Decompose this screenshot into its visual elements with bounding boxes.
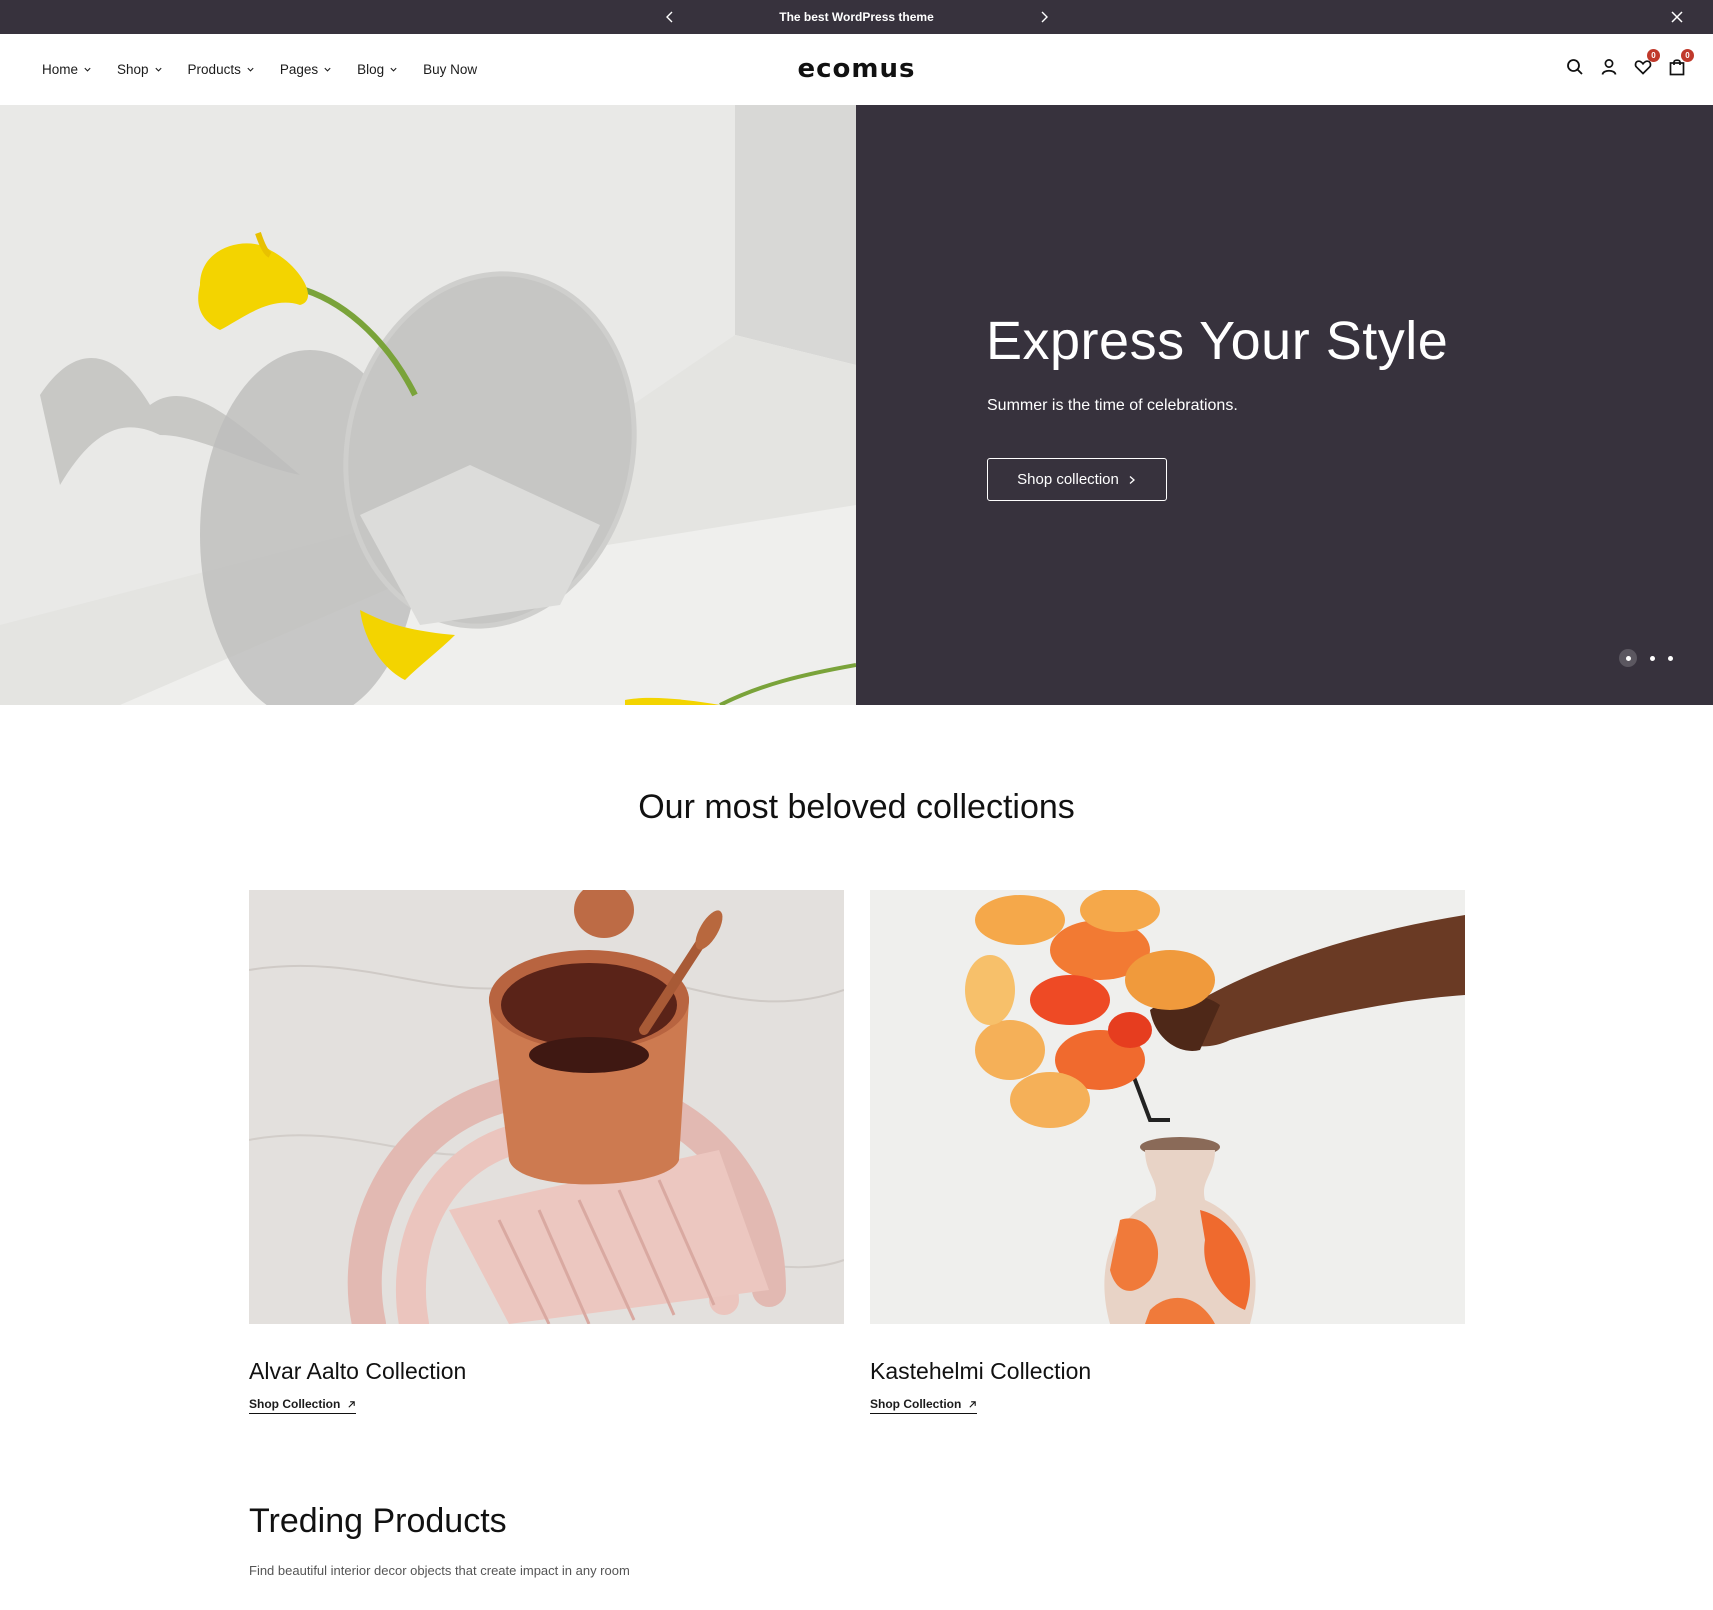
hero-content-panel: Express Your Style Summer is the time of… <box>856 105 1713 705</box>
logo-text: ecomus <box>797 54 916 84</box>
trending-title: Treding Products <box>249 1502 507 1540</box>
slider-dot-3[interactable] <box>1668 655 1673 661</box>
header-icons: 0 0 <box>1565 49 1694 77</box>
shop-collection-link[interactable]: Shop Collection <box>249 1397 357 1414</box>
hero-slider: Express Your Style Summer is the time of… <box>0 105 1713 705</box>
collection-name[interactable]: Alvar Aalto Collection <box>249 1358 844 1385</box>
search-icon[interactable] <box>1565 57 1585 77</box>
arrow-up-right-icon <box>348 1400 356 1408</box>
collection-card: Alvar Aalto Collection Shop Collection <box>249 890 844 1414</box>
site-logo[interactable]: ecomus <box>0 54 1713 84</box>
close-icon[interactable] <box>1669 9 1685 25</box>
chevron-right-icon <box>1129 475 1135 484</box>
arrow-up-right-icon <box>969 1400 977 1408</box>
slider-dot-1[interactable] <box>1619 649 1637 667</box>
hero-image <box>0 105 856 705</box>
wishlist-button[interactable]: 0 <box>1633 49 1660 77</box>
shop-collection-button[interactable]: Shop collection <box>987 458 1167 501</box>
collection-image[interactable] <box>249 890 844 1324</box>
collection-image[interactable] <box>870 890 1465 1324</box>
trending-subtitle: Find beautiful interior decor objects th… <box>249 1563 630 1578</box>
announcement-bar: The best WordPress theme <box>0 0 1713 34</box>
slider-pagination <box>1619 649 1673 667</box>
collections-title: Our most beloved collections <box>638 788 1075 826</box>
announcement-text: The best WordPress theme <box>779 10 934 24</box>
shop-collection-link-label: Shop Collection <box>870 1397 962 1411</box>
collection-name[interactable]: Kastehelmi Collection <box>870 1358 1465 1385</box>
shop-collection-link[interactable]: Shop Collection <box>870 1397 978 1414</box>
chevron-right-icon[interactable] <box>1036 9 1052 25</box>
cart-button[interactable]: 0 <box>1667 49 1694 77</box>
user-icon[interactable] <box>1599 57 1619 77</box>
shop-collection-link-label: Shop Collection <box>249 1397 341 1411</box>
cart-count-badge: 0 <box>1681 49 1694 62</box>
wishlist-count-badge: 0 <box>1647 49 1660 62</box>
collection-card: Kastehelmi Collection Shop Collection <box>870 890 1465 1414</box>
site-header: Home Shop Products Pages Blog Buy Now ec… <box>0 34 1713 105</box>
shop-collection-label: Shop collection <box>1017 471 1119 488</box>
hero-subtitle: Summer is the time of celebrations. <box>987 397 1238 414</box>
hero-title: Express Your Style <box>986 311 1449 371</box>
slider-dot-2[interactable] <box>1650 655 1655 661</box>
